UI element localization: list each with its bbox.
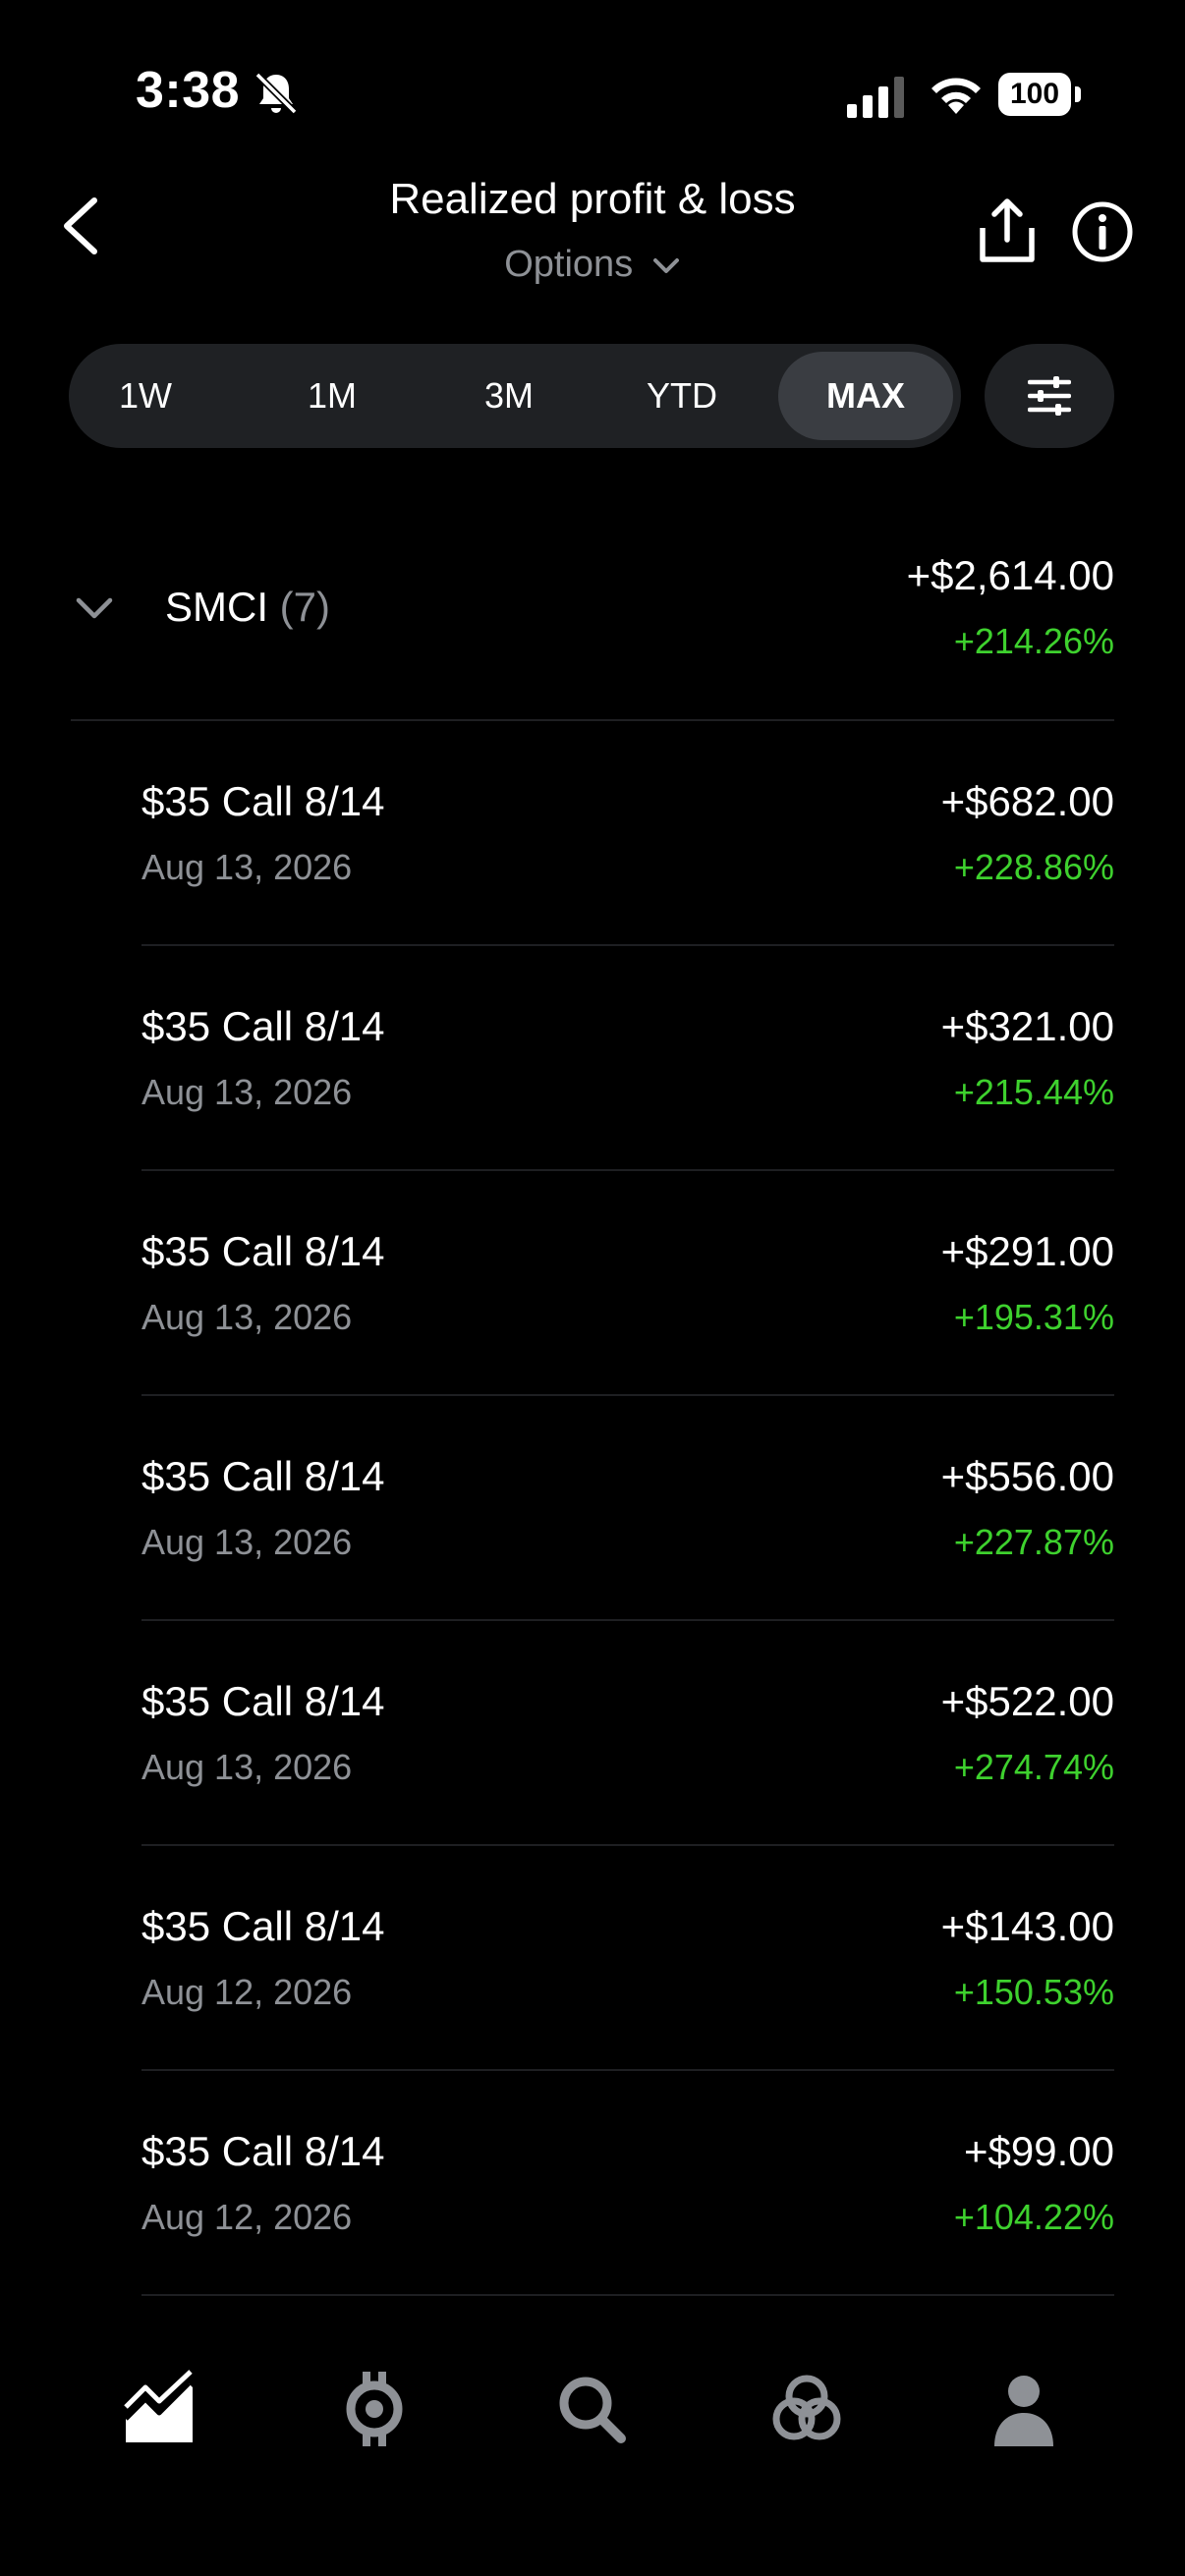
- account-icon[interactable]: [985, 2370, 1063, 2448]
- divider: [141, 2294, 1114, 2296]
- pl-amount: +$321.00: [940, 1003, 1114, 1049]
- list-item[interactable]: $35 Call 8/14 Aug 13, 2026 +$321.00 +215…: [141, 946, 1114, 1171]
- option-name: $35 Call 8/14: [141, 1903, 385, 1949]
- network-icon[interactable]: [767, 2370, 846, 2448]
- trade-date: Aug 13, 2026: [141, 1522, 353, 1562]
- option-name: $35 Call 8/14: [141, 1003, 385, 1049]
- pl-percent: +227.87%: [953, 1522, 1114, 1562]
- pl-percent: +274.74%: [953, 1747, 1114, 1787]
- pl-amount: +$522.00: [940, 1678, 1114, 1724]
- pl-amount: +$682.00: [940, 778, 1114, 824]
- pl-amount: +$556.00: [940, 1453, 1114, 1499]
- option-name: $35 Call 8/14: [141, 1228, 385, 1274]
- time-range-selector: 1W 1M 3M YTD MAX: [69, 344, 961, 448]
- battery-level: 100: [998, 73, 1071, 116]
- trade-date: Aug 13, 2026: [141, 1747, 353, 1787]
- search-icon[interactable]: [552, 2370, 631, 2448]
- crypto-icon[interactable]: [335, 2370, 414, 2448]
- status-time: 3:38: [136, 62, 241, 119]
- pl-percent: +195.31%: [953, 1297, 1114, 1337]
- range-tab-max[interactable]: MAX: [778, 344, 953, 448]
- sliders-icon: [1028, 376, 1071, 416]
- group-symbol-label: SMCI (7): [165, 584, 330, 631]
- wifi-icon: [931, 78, 981, 114]
- list-item[interactable]: $35 Call 8/14 Aug 12, 2026 +$99.00 +104.…: [141, 2071, 1114, 2296]
- options-dropdown-label: Options: [504, 244, 634, 285]
- pl-amount: +$291.00: [940, 1228, 1114, 1274]
- trade-date: Aug 13, 2026: [141, 1072, 353, 1112]
- pl-amount: +$143.00: [940, 1903, 1114, 1949]
- group-total-percent: +214.26%: [953, 621, 1114, 661]
- group-symbol: SMCI: [165, 584, 268, 630]
- chevron-down-icon: [652, 257, 679, 273]
- cellular-signal-icon: [847, 77, 904, 118]
- collapse-chevron-icon[interactable]: [75, 595, 114, 621]
- pl-percent: +104.22%: [953, 2197, 1114, 2237]
- list-item[interactable]: $35 Call 8/14 Aug 13, 2026 +$556.00 +227…: [141, 1396, 1114, 1621]
- trade-date: Aug 12, 2026: [141, 1972, 353, 2012]
- chart-icon[interactable]: [120, 2370, 198, 2448]
- option-name: $35 Call 8/14: [141, 1453, 385, 1499]
- group-count: (7): [279, 584, 331, 630]
- share-icon[interactable]: [975, 196, 1040, 265]
- filter-button[interactable]: [985, 344, 1114, 448]
- list-item[interactable]: $35 Call 8/14 Aug 13, 2026 +$291.00 +195…: [141, 1171, 1114, 1396]
- silent-bell-icon: [254, 72, 298, 115]
- pl-percent: +150.53%: [953, 1972, 1114, 2012]
- option-name: $35 Call 8/14: [141, 778, 385, 824]
- info-icon[interactable]: [1071, 200, 1134, 263]
- list-item[interactable]: $35 Call 8/14 Aug 13, 2026 +$522.00 +274…: [141, 1621, 1114, 1846]
- option-name: $35 Call 8/14: [141, 1678, 385, 1724]
- pl-percent: +215.44%: [953, 1072, 1114, 1112]
- trade-date: Aug 13, 2026: [141, 847, 353, 887]
- range-tab-1w[interactable]: 1W: [69, 344, 222, 448]
- range-tab-3m[interactable]: 3M: [432, 344, 586, 448]
- option-name: $35 Call 8/14: [141, 2128, 385, 2174]
- trade-date: Aug 12, 2026: [141, 2197, 353, 2237]
- pl-percent: +228.86%: [953, 847, 1114, 887]
- trade-date: Aug 13, 2026: [141, 1297, 353, 1337]
- list-item[interactable]: $35 Call 8/14 Aug 12, 2026 +$143.00 +150…: [141, 1846, 1114, 2071]
- pl-amount: +$99.00: [964, 2128, 1114, 2174]
- battery-indicator: 100: [998, 73, 1081, 116]
- list-item[interactable]: $35 Call 8/14 Aug 13, 2026 +$682.00 +228…: [141, 721, 1114, 946]
- range-tab-1m[interactable]: 1M: [252, 344, 413, 448]
- group-total-amount: +$2,614.00: [906, 552, 1114, 598]
- range-tab-ytd[interactable]: YTD: [605, 344, 759, 448]
